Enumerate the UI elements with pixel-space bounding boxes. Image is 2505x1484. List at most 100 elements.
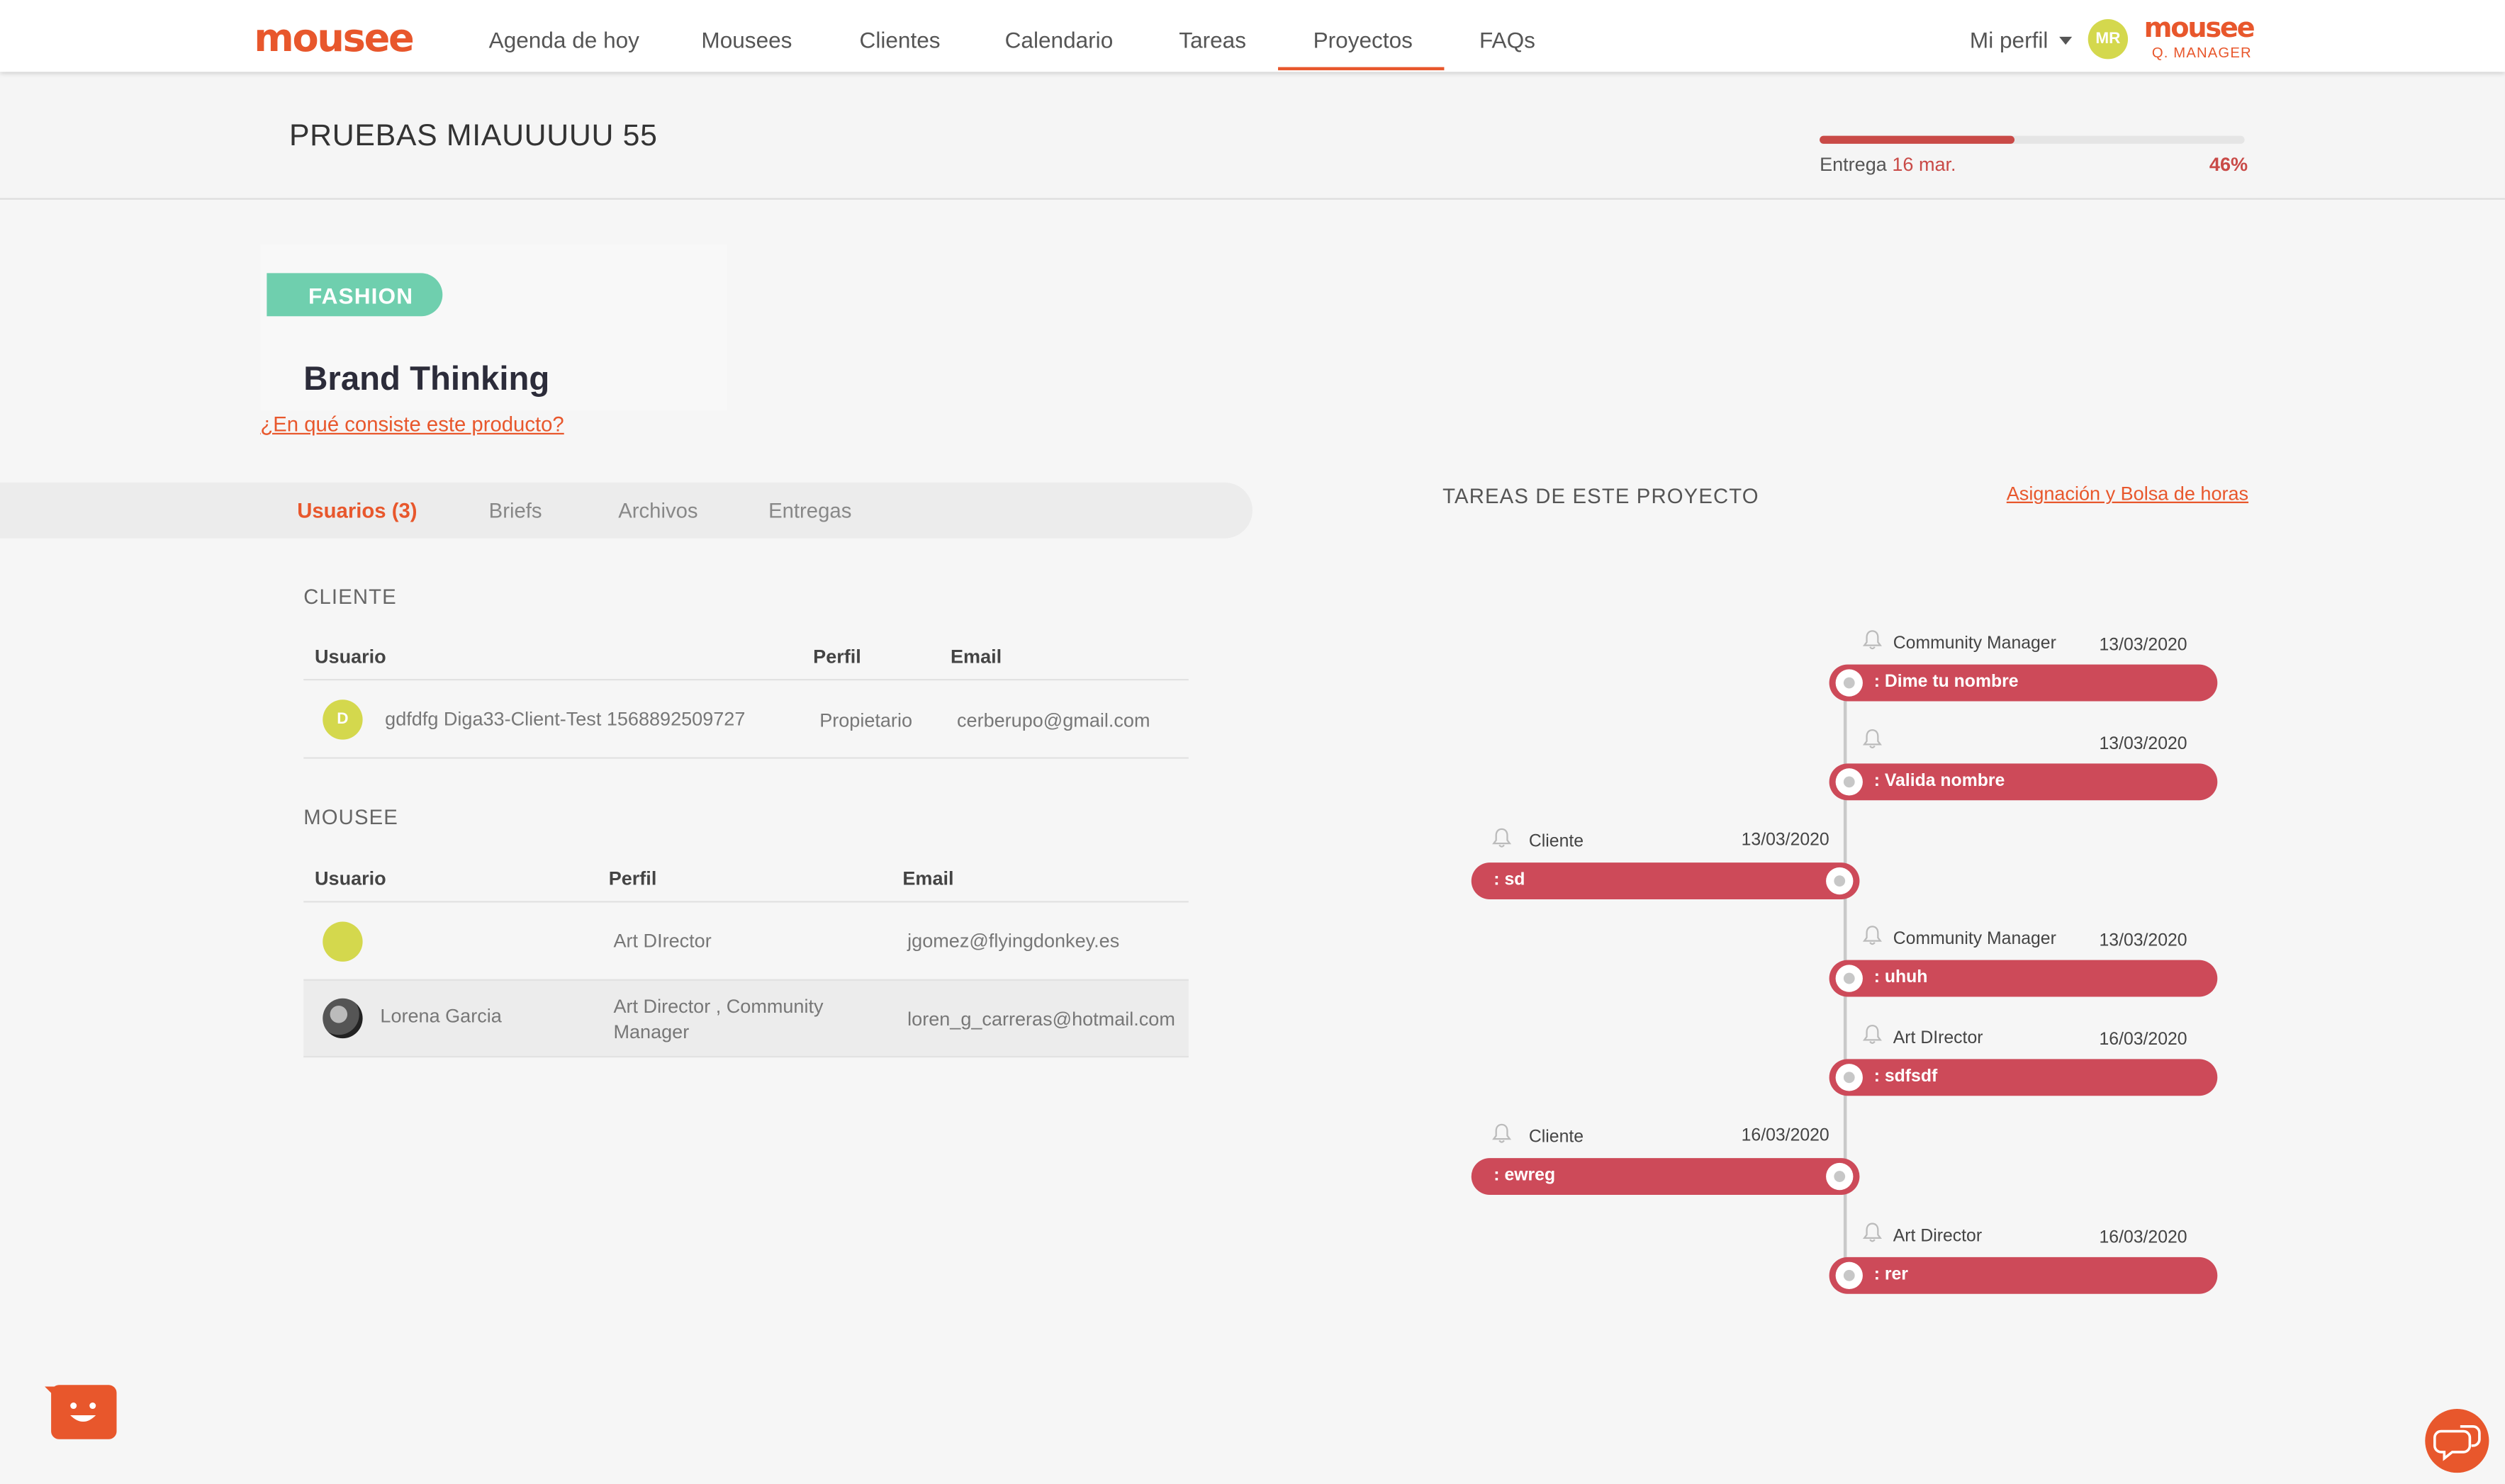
divider — [303, 678, 1189, 681]
progress-percent: 46% — [2209, 153, 2248, 176]
column-header-email: Email — [951, 645, 1002, 668]
chat-support-icon[interactable] — [2422, 1409, 2492, 1473]
nav-proyectos[interactable]: Proyectos — [1313, 27, 1413, 52]
task-role: Art Director — [1893, 1227, 1983, 1247]
mousee-user-name: Lorena Garcia — [380, 1004, 502, 1028]
task-label: : uhuh — [1873, 967, 1928, 987]
product-info-link[interactable]: ¿En qué consiste este producto? — [260, 412, 564, 437]
timeline-node — [1826, 1162, 1854, 1191]
task-label: : sd — [1494, 870, 1525, 890]
task-label: : sdfsdf — [1873, 1067, 1938, 1086]
nav-faqs[interactable]: FAQs — [1479, 27, 1535, 52]
delivery-info: Entrega 16 mar. — [1820, 153, 1956, 176]
user-avatar[interactable]: MR — [2088, 19, 2129, 60]
bell-icon[interactable] — [1862, 729, 1882, 749]
tab-archivos[interactable]: Archivos — [618, 498, 697, 522]
tasks-section-title: TAREAS DE ESTE PROYECTO — [1442, 483, 1759, 508]
tab-bar: Usuarios (3) Briefs Archivos Entregas — [0, 482, 1252, 539]
task-date: 16/03/2020 — [1741, 1126, 1829, 1146]
mousee-user-email: loren_g_carreras@hotmail.com — [907, 1008, 1175, 1030]
delivery-label: Entrega — [1820, 153, 1887, 176]
profile-menu[interactable]: Mi perfil — [1970, 27, 2048, 52]
client-user-profile: Propietario — [819, 709, 912, 732]
divider — [303, 901, 1189, 903]
mousee-user-profile-cont: Manager — [613, 1021, 690, 1043]
client-user-email: cerberupo@gmail.com — [957, 709, 1150, 732]
task-label: : Valida nombre — [1873, 771, 2005, 791]
column-header-usuario: Usuario — [314, 867, 386, 890]
client-section-title: CLIENTE — [303, 584, 397, 609]
progress-fill — [1820, 135, 2015, 144]
bell-icon[interactable] — [1862, 1222, 1882, 1242]
delivery-date: 16 mar. — [1892, 153, 1956, 176]
task-date: 13/03/2020 — [1741, 831, 1829, 850]
bell-icon[interactable] — [1862, 925, 1882, 945]
task-bar[interactable]: : rer — [1829, 1257, 2218, 1294]
progress-bar — [1820, 135, 2245, 144]
tab-entregas[interactable]: Entregas — [768, 498, 851, 522]
task-bar[interactable]: : sdfsdf — [1829, 1059, 2218, 1096]
bell-icon[interactable] — [1492, 1123, 1512, 1144]
timeline-node — [1835, 1261, 1863, 1289]
client-avatar: D — [323, 699, 363, 740]
bell-icon[interactable] — [1492, 828, 1512, 848]
column-header-perfil: Perfil — [608, 867, 657, 890]
task-bar[interactable]: : uhuh — [1829, 960, 2218, 997]
logo-subtitle: Q. MANAGER — [2151, 45, 2252, 61]
top-navbar: mousee Agenda de hoy Mousees Clientes Ca… — [0, 0, 2505, 72]
active-nav-indicator — [1278, 67, 1445, 71]
task-label: : Dime tu nombre — [1873, 672, 2019, 692]
task-bar[interactable]: : Dime tu nombre — [1829, 664, 2218, 702]
bell-icon[interactable] — [1862, 1024, 1882, 1045]
task-label: : ewreg — [1494, 1166, 1556, 1186]
mousee-user-profile: Art DIrector — [613, 929, 712, 952]
task-date: 13/03/2020 — [2099, 636, 2187, 656]
tab-briefs[interactable]: Briefs — [489, 498, 542, 522]
task-bar[interactable]: : sd — [1471, 862, 1860, 900]
nav-agenda-de-hoy[interactable]: Agenda de hoy — [489, 27, 639, 52]
nav-clientes[interactable]: Clientes — [860, 27, 941, 52]
bell-icon[interactable] — [1862, 629, 1882, 650]
project-header: PRUEBAS MIAUUUUU 55 Entrega 16 mar. 46% — [0, 72, 2505, 200]
mousee-section-title: MOUSEE — [303, 805, 398, 829]
user-photo-avatar — [323, 998, 363, 1039]
timeline-node — [1835, 965, 1863, 992]
task-date: 16/03/2020 — [2099, 1228, 2187, 1248]
mousee-logo[interactable]: mousee — [254, 16, 414, 61]
task-role: Community Manager — [1893, 929, 2056, 949]
divider — [303, 1055, 1189, 1058]
divider — [303, 979, 1189, 981]
tab-usuarios[interactable]: Usuarios (3) — [297, 498, 417, 522]
task-date: 16/03/2020 — [2099, 1030, 2187, 1050]
task-role: Art DIrector — [1893, 1028, 1983, 1048]
assistant-bot-icon[interactable] — [45, 1383, 117, 1439]
mousee-avatar — [323, 921, 363, 962]
chevron-down-icon[interactable] — [2059, 36, 2073, 45]
task-role: Cliente — [1528, 1128, 1584, 1147]
column-header-perfil: Perfil — [813, 645, 861, 668]
task-bar[interactable]: : ewreg — [1471, 1158, 1860, 1195]
product-name: Brand Thinking — [303, 361, 550, 398]
task-role: Cliente — [1528, 832, 1584, 852]
task-bar[interactable]: : Valida nombre — [1829, 763, 2218, 801]
timeline-node — [1835, 768, 1863, 796]
timeline-node — [1826, 867, 1854, 895]
nav-calendario[interactable]: Calendario — [1005, 27, 1114, 52]
nav-mousees[interactable]: Mousees — [701, 27, 792, 52]
hours-allocation-link[interactable]: Asignación y Bolsa de horas — [2007, 483, 2248, 505]
nav-tareas[interactable]: Tareas — [1179, 27, 1246, 52]
task-label: : rer — [1873, 1265, 1908, 1285]
mousee-user-email: jgomez@flyingdonkey.es — [907, 929, 1120, 952]
column-header-email: Email — [902, 867, 954, 890]
column-header-usuario: Usuario — [314, 645, 386, 668]
mousee-user-profile: Art Director , Community — [613, 995, 824, 1018]
mousee-logo-small: mousee — [2143, 13, 2255, 45]
category-badge: FASHION — [267, 273, 443, 317]
client-user-name: gdfdfg Diga33-Client-Test 1568892509727 — [385, 707, 746, 731]
timeline-node — [1835, 1064, 1863, 1091]
task-date: 13/03/2020 — [2099, 931, 2187, 951]
task-role: Community Manager — [1893, 634, 2056, 653]
timeline-node — [1835, 669, 1863, 697]
page-title: PRUEBAS MIAUUUUU 55 — [288, 120, 658, 154]
task-date: 13/03/2020 — [2099, 734, 2187, 754]
